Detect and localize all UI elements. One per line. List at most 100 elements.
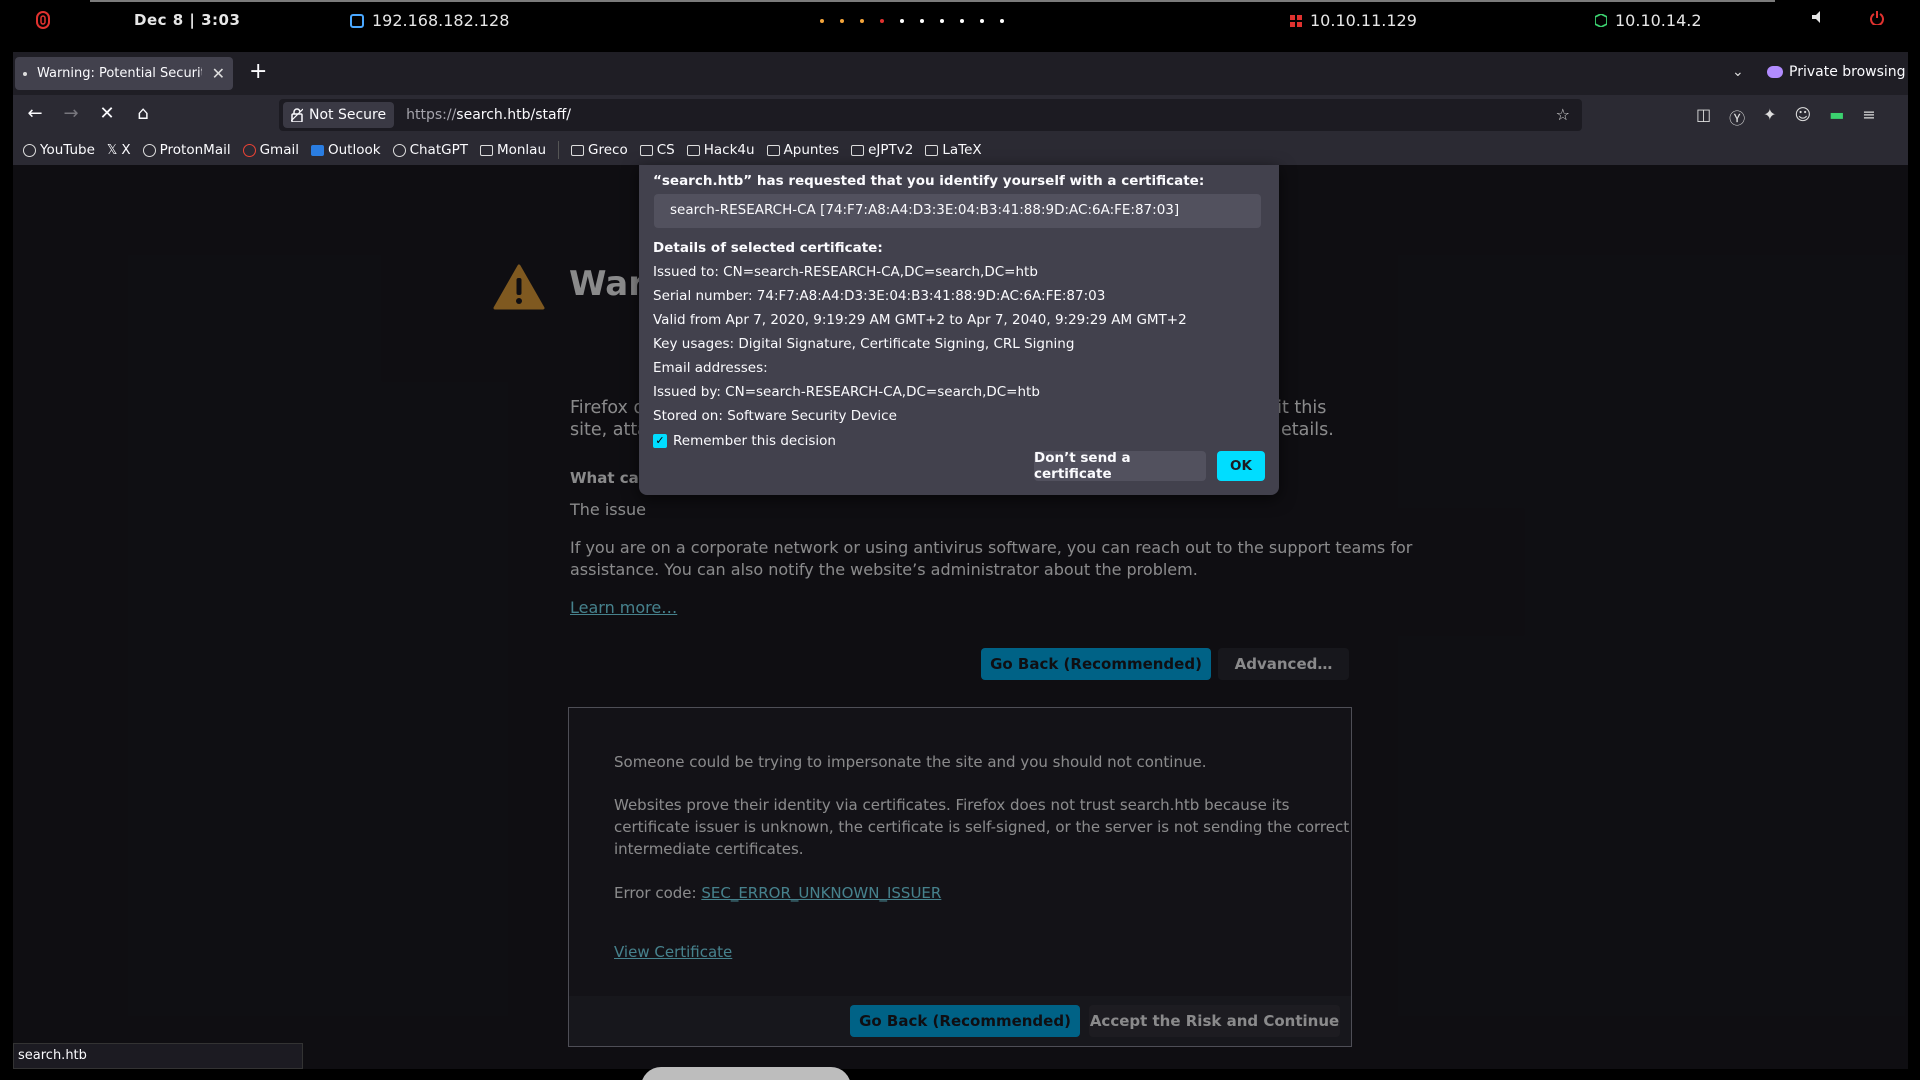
status-bar: search.htb xyxy=(13,1043,303,1069)
bookmark-folder-latex[interactable]: LaTeX xyxy=(925,142,982,158)
ok-button[interactable]: OK xyxy=(1217,451,1265,481)
bookmark-label: YouTube xyxy=(40,142,95,158)
bookmark-label: Gmail xyxy=(259,142,299,158)
remember-decision-checkbox[interactable]: ✓ xyxy=(653,434,667,448)
private-mask-icon xyxy=(1767,66,1783,78)
bookmark-chatgpt[interactable]: ChatGPT xyxy=(392,142,468,158)
system-top-bar: Dec 8 | 3:03 192.168.182.128 10.10.11.12… xyxy=(0,0,1920,44)
workspace-dot[interactable] xyxy=(900,19,904,23)
certificate-details-heading: Details of selected certificate: xyxy=(653,240,883,256)
google-icon xyxy=(242,143,256,157)
cert-email-addresses: Email addresses: xyxy=(653,360,768,376)
bookmark-youtube[interactable]: YouTube xyxy=(23,142,95,158)
vm-ip-indicator: 192.168.182.128 xyxy=(350,11,509,30)
url-host-path: search.htb/staff/ xyxy=(456,107,571,123)
workspace-dot[interactable] xyxy=(860,19,864,23)
certificate-request-heading: “search.htb” has requested that you iden… xyxy=(653,173,1205,189)
bookmark-label: Outlook xyxy=(327,142,381,158)
private-browsing-label: Private browsing xyxy=(1789,64,1906,80)
url-text[interactable]: https://search.htb/staff/ xyxy=(406,107,571,123)
target-icon xyxy=(1290,14,1302,27)
bookmark-star-icon[interactable]: ☆ xyxy=(1556,105,1570,124)
certificate-select[interactable]: search-RESEARCH-CA [74:F7:A8:A4:D3:3E:04… xyxy=(654,194,1261,228)
fingerprint-icon[interactable] xyxy=(36,11,50,29)
bookmark-label: X xyxy=(121,142,131,158)
bookmark-folder-ejptv2[interactable]: eJPTv2 xyxy=(851,142,913,158)
bookmark-folder-monlau[interactable]: Monlau xyxy=(479,142,547,158)
bookmark-label: Monlau xyxy=(496,142,547,158)
workspace-dot[interactable] xyxy=(840,19,844,23)
x-icon: 𝕏 xyxy=(106,142,118,158)
bookmark-gmail[interactable]: Gmail xyxy=(242,142,299,158)
workspace-dot[interactable] xyxy=(980,19,984,23)
workspace-dot[interactable] xyxy=(940,19,944,23)
bookmark-folder-cs[interactable]: CS xyxy=(639,142,675,158)
remember-decision-row[interactable]: ✓ Remember this decision xyxy=(653,433,836,449)
dont-send-certificate-button[interactable]: Don’t send a certificate xyxy=(1034,450,1206,482)
bookmarks-toolbar: YouTube 𝕏X ProtonMail Gmail Outlook Chat… xyxy=(13,135,1908,165)
new-tab-button[interactable]: + xyxy=(249,61,267,83)
workspace-dot[interactable] xyxy=(820,19,824,23)
outlook-icon xyxy=(310,144,324,156)
bookmark-separator xyxy=(558,141,560,159)
workspace-dot[interactable] xyxy=(920,19,924,23)
workspace-dots[interactable] xyxy=(820,11,1004,23)
url-bar[interactable]: Not Secure https://search.htb/staff/ ☆ xyxy=(279,99,1582,131)
bookmark-outlook[interactable]: Outlook xyxy=(310,142,381,158)
power-icon[interactable] xyxy=(1870,11,1884,25)
vm-ip: 192.168.182.128 xyxy=(372,11,510,30)
foxyproxy-icon[interactable]: ▬ xyxy=(1829,105,1844,129)
bookmark-folder-greco[interactable]: Greco xyxy=(571,142,628,158)
volume-icon[interactable] xyxy=(1812,11,1826,23)
stop-loading-icon[interactable]: ✕ xyxy=(95,103,119,124)
bookmark-label: Apuntes xyxy=(783,142,840,158)
cert-issued-to: Issued to: CN=search-RESEARCH-CA,DC=sear… xyxy=(653,264,1038,280)
tab-bar: Warning: Potential Security ✕ + ⌄ Privat… xyxy=(13,52,1908,95)
folder-icon xyxy=(639,144,653,156)
bookmark-label: ChatGPT xyxy=(409,142,468,158)
list-all-tabs-chevron-icon[interactable]: ⌄ xyxy=(1732,64,1744,80)
navigation-toolbar: ← → ✕ ⌂ Not Secure https://search.htb/st… xyxy=(13,95,1908,135)
broken-lock-icon xyxy=(291,108,303,122)
clock: Dec 8 | 3:03 xyxy=(134,11,241,29)
hamburger-menu-icon[interactable]: ≡ xyxy=(1862,105,1875,129)
bookmark-x[interactable]: 𝕏X xyxy=(107,142,131,158)
bookmark-label: CS xyxy=(656,142,675,158)
vpn-ip: 10.10.14.2 xyxy=(1615,11,1702,30)
cert-validity: Valid from Apr 7, 2020, 9:19:29 AM GMT+2… xyxy=(653,312,1187,328)
not-secure-indicator[interactable]: Not Secure xyxy=(283,102,395,128)
bookmark-label: Greco xyxy=(588,142,628,158)
workspace-dot[interactable] xyxy=(880,19,884,23)
globe-icon xyxy=(142,143,156,157)
cert-serial-number: Serial number: 74:F7:A8:A4:D3:3E:04:B3:4… xyxy=(653,288,1106,304)
bookmark-label: ProtonMail xyxy=(159,142,231,158)
workspace-dot[interactable] xyxy=(1000,19,1004,23)
workspace-dot[interactable] xyxy=(960,19,964,23)
folder-icon xyxy=(925,144,939,156)
home-icon[interactable]: ⌂ xyxy=(131,103,155,124)
background-image-fragment xyxy=(641,1067,851,1080)
vpn-ip-indicator: 10.10.14.2 xyxy=(1595,11,1702,30)
url-scheme: https:// xyxy=(406,107,457,123)
bookmark-label: eJPTv2 xyxy=(868,142,914,158)
forward-arrow-icon[interactable]: → xyxy=(59,103,83,124)
target-ip: 10.10.11.129 xyxy=(1310,11,1417,30)
bookmark-label: LaTeX xyxy=(942,142,982,158)
vpn-icon xyxy=(1595,14,1607,27)
yomitan-extension-icon[interactable]: Ⓨ xyxy=(1729,105,1745,129)
chatgpt-icon xyxy=(392,143,406,157)
cert-issued-by: Issued by: CN=search-RESEARCH-CA,DC=sear… xyxy=(653,384,1040,400)
profile-avatar-icon[interactable]: ☺ xyxy=(1795,105,1812,129)
bookmark-folder-hack4u[interactable]: Hack4u xyxy=(686,142,755,158)
private-browsing-indicator: Private browsing xyxy=(1767,64,1906,80)
window-title-line xyxy=(90,0,1775,2)
bookmark-label: Hack4u xyxy=(703,142,755,158)
bookmark-protonmail[interactable]: ProtonMail xyxy=(142,142,231,158)
pocket-icon[interactable]: ◫ xyxy=(1696,105,1711,129)
extensions-puzzle-icon[interactable]: ✦ xyxy=(1763,105,1776,129)
close-tab-icon[interactable]: ✕ xyxy=(212,64,225,83)
bookmark-folder-apuntes[interactable]: Apuntes xyxy=(766,142,840,158)
network-icon xyxy=(350,13,364,28)
back-arrow-icon[interactable]: ← xyxy=(23,103,47,124)
tab-security-warning[interactable]: Warning: Potential Security ✕ xyxy=(15,57,233,90)
